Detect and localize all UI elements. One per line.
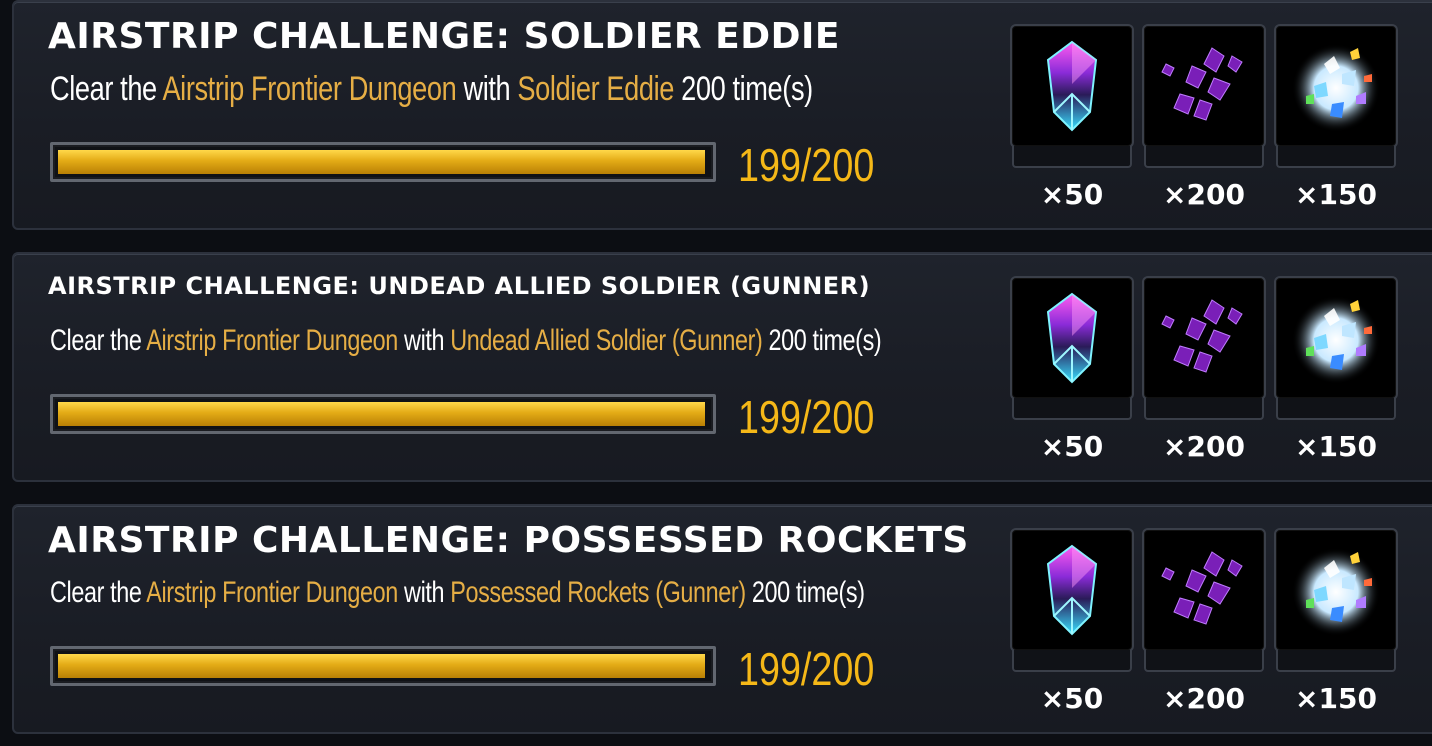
reward-quantity: ×200 bbox=[1163, 682, 1245, 715]
dungeon-name: Airstrip Frontier Dungeon bbox=[146, 576, 398, 609]
reward-icon-frame bbox=[1274, 276, 1398, 400]
reward-icon-frame bbox=[1142, 24, 1266, 148]
reward-icon-frame bbox=[1142, 528, 1266, 652]
reward-quantity: ×150 bbox=[1295, 430, 1377, 463]
reward-quantity: ×150 bbox=[1295, 682, 1377, 715]
reward-icon-frame bbox=[1010, 24, 1134, 148]
gem-cluster-icon bbox=[1292, 296, 1380, 384]
reward-slot[interactable] bbox=[1010, 24, 1134, 170]
reward-slot[interactable] bbox=[1142, 528, 1266, 674]
gem-cluster-icon bbox=[1292, 548, 1380, 636]
reward-tray bbox=[1012, 650, 1132, 672]
desc-with: with bbox=[404, 324, 445, 357]
desc-prefix: Clear the bbox=[50, 324, 142, 357]
gem-cluster-icon bbox=[1292, 44, 1380, 132]
reward-icon-frame bbox=[1010, 276, 1134, 400]
desc-with: with bbox=[404, 576, 445, 609]
desc-prefix: Clear the bbox=[50, 70, 157, 108]
challenge-title: AIRSTRIP CHALLENGE: POSSESSED ROCKETS bbox=[48, 520, 969, 561]
reward-quantity: ×50 bbox=[1040, 178, 1104, 211]
progress-bar-fill bbox=[58, 654, 705, 678]
reward-slot[interactable] bbox=[1142, 276, 1266, 422]
reward-slot[interactable] bbox=[1274, 24, 1398, 170]
shards-icon bbox=[1161, 551, 1243, 625]
reward-tray bbox=[1144, 146, 1264, 168]
progress-bar bbox=[50, 142, 716, 182]
character-name: Soldier Eddie bbox=[517, 70, 674, 108]
progress-bar-fill bbox=[58, 402, 705, 426]
reward-quantity: ×200 bbox=[1163, 430, 1245, 463]
desc-with: with bbox=[463, 70, 511, 108]
reward-tray bbox=[1012, 398, 1132, 420]
crystal-icon bbox=[1046, 292, 1098, 384]
reward-icon-frame bbox=[1010, 528, 1134, 652]
reward-slot[interactable] bbox=[1010, 528, 1134, 674]
desc-suffix: 200 time(s) bbox=[768, 324, 882, 357]
challenge-title: AIRSTRIP CHALLENGE: SOLDIER EDDIE bbox=[48, 16, 841, 57]
reward-slot[interactable] bbox=[1142, 24, 1266, 170]
reward-quantity: ×150 bbox=[1295, 178, 1377, 211]
desc-prefix: Clear the bbox=[50, 576, 142, 609]
progress-count: 199/200 bbox=[738, 391, 875, 443]
crystal-icon bbox=[1046, 544, 1098, 636]
reward-slot[interactable] bbox=[1274, 276, 1398, 422]
challenge-card: AIRSTRIP CHALLENGE: SOLDIER EDDIE Clear … bbox=[12, 0, 1432, 230]
progress-bar-fill bbox=[58, 150, 705, 174]
reward-slot[interactable] bbox=[1274, 528, 1398, 674]
challenge-description: Clear the Airstrip Frontier Dungeon with… bbox=[50, 576, 865, 610]
reward-icon-frame bbox=[1274, 24, 1398, 148]
character-name: Undead Allied Soldier (Gunner) bbox=[450, 324, 763, 357]
challenge-card: AIRSTRIP CHALLENGE: UNDEAD ALLIED SOLDIE… bbox=[12, 252, 1432, 482]
desc-suffix: 200 time(s) bbox=[751, 576, 865, 609]
reward-slot[interactable] bbox=[1010, 276, 1134, 422]
challenge-description: Clear the Airstrip Frontier Dungeon with… bbox=[50, 324, 882, 358]
challenge-title: AIRSTRIP CHALLENGE: UNDEAD ALLIED SOLDIE… bbox=[48, 272, 871, 300]
reward-tray bbox=[1276, 146, 1396, 168]
reward-tray bbox=[1012, 146, 1132, 168]
dungeon-name: Airstrip Frontier Dungeon bbox=[162, 70, 457, 108]
desc-suffix: 200 time(s) bbox=[681, 70, 813, 108]
reward-tray bbox=[1276, 398, 1396, 420]
reward-quantity: ×50 bbox=[1040, 682, 1104, 715]
character-name: Possessed Rockets (Gunner) bbox=[450, 576, 746, 609]
progress-bar bbox=[50, 646, 716, 686]
progress-count: 199/200 bbox=[738, 643, 875, 695]
challenge-description: Clear the Airstrip Frontier Dungeon with… bbox=[50, 70, 813, 109]
reward-quantity: ×200 bbox=[1163, 178, 1245, 211]
dungeon-name: Airstrip Frontier Dungeon bbox=[146, 324, 398, 357]
shards-icon bbox=[1161, 47, 1243, 121]
progress-bar bbox=[50, 394, 716, 434]
reward-quantity: ×50 bbox=[1040, 430, 1104, 463]
reward-tray bbox=[1144, 398, 1264, 420]
challenge-card: AIRSTRIP CHALLENGE: POSSESSED ROCKETS Cl… bbox=[12, 504, 1432, 734]
shards-icon bbox=[1161, 299, 1243, 373]
reward-icon-frame bbox=[1274, 528, 1398, 652]
crystal-icon bbox=[1046, 40, 1098, 132]
reward-tray bbox=[1276, 650, 1396, 672]
reward-tray bbox=[1144, 650, 1264, 672]
reward-icon-frame bbox=[1142, 276, 1266, 400]
progress-count: 199/200 bbox=[738, 139, 875, 191]
